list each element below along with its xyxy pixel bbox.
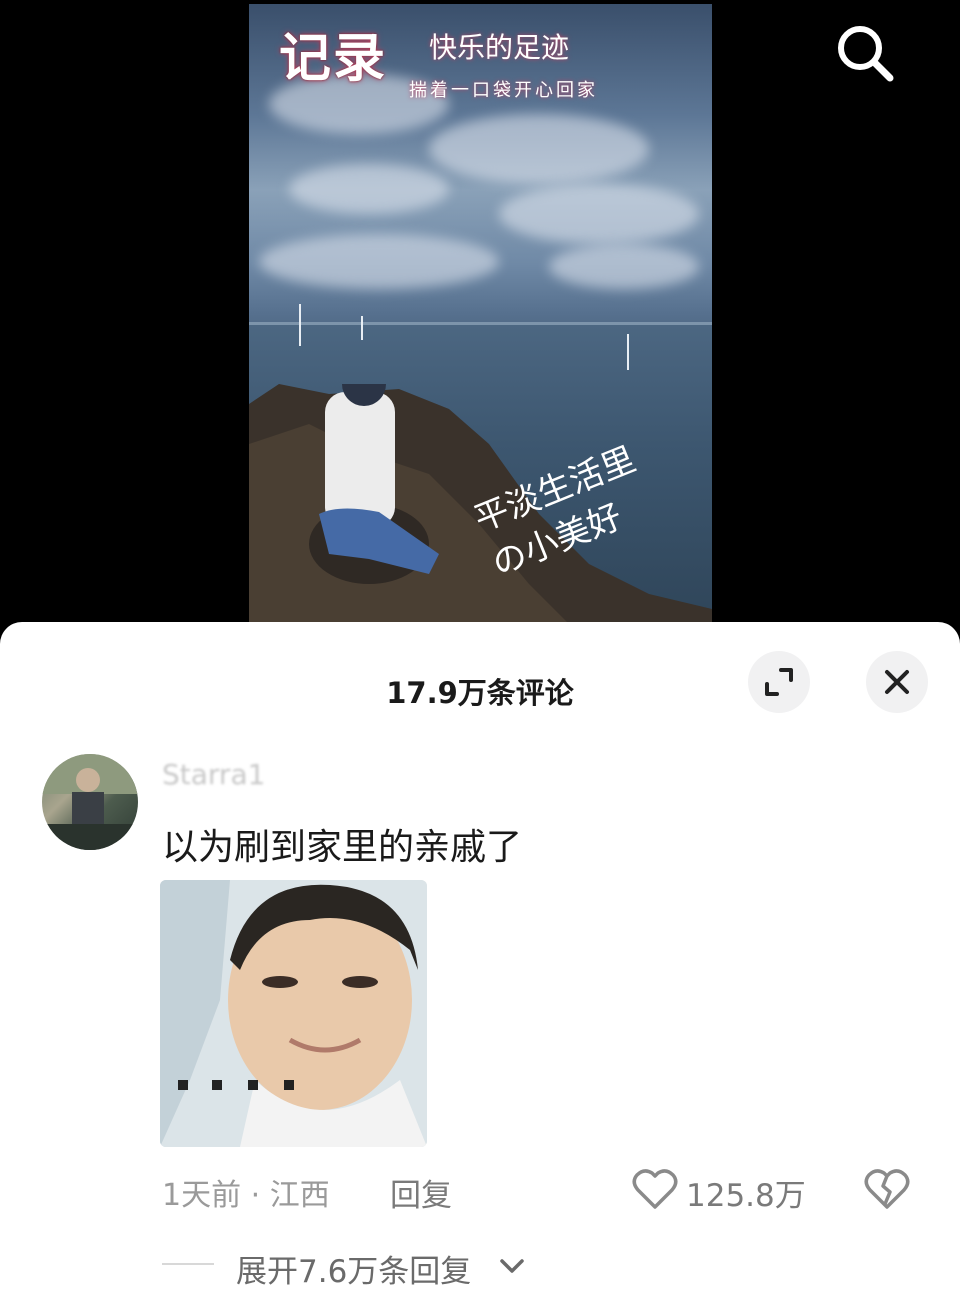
avatar-image: [42, 754, 138, 850]
video-frame[interactable]: 记录 快乐的足迹 揣着一口袋开心回家 平淡生活里 の小美好: [249, 4, 712, 624]
heart-icon: [632, 1169, 678, 1209]
chevron-down-icon-wrap[interactable]: [498, 1254, 526, 1278]
comment-text: 以为刷到家里的亲戚了: [162, 827, 523, 868]
expand-replies-button[interactable]: 展开7.6万条回复: [236, 1246, 471, 1291]
close-icon: [885, 670, 909, 694]
expand-icon: [765, 668, 793, 696]
broken-heart-icon: [864, 1169, 910, 1209]
comment-count-title: 17.9万条评论: [386, 676, 574, 710]
reply-button[interactable]: 回复: [390, 1170, 452, 1215]
video-subtitle: 揣着一口袋开心回家: [409, 80, 598, 101]
chevron-down-icon: [500, 1259, 524, 1273]
comment-username[interactable]: Starra1: [162, 758, 265, 791]
comment-time-location: 1天前 · 江西: [162, 1178, 330, 1213]
video-title-side: 快乐的足迹: [429, 31, 570, 64]
search-icon: [838, 26, 894, 82]
comment-sheet: 17.9万条评论 Starra1 以为刷到家里的亲戚了 1天前 · 江西 回复 …: [0, 622, 960, 1304]
like-button[interactable]: [632, 1168, 678, 1210]
video-player[interactable]: 记录 快乐的足迹 揣着一口袋开心回家 平淡生活里 の小美好: [0, 0, 960, 640]
search-button[interactable]: [834, 22, 896, 84]
like-count: 125.8万: [686, 1178, 806, 1214]
expand-button[interactable]: [748, 651, 810, 713]
close-button[interactable]: [866, 651, 928, 713]
expand-divider: [162, 1263, 214, 1265]
avatar[interactable]: [42, 754, 138, 850]
video-title: 记录: [279, 28, 388, 89]
comment-image[interactable]: [160, 880, 427, 1147]
dislike-button[interactable]: [864, 1168, 910, 1210]
comment-image-photo: [160, 880, 427, 1147]
